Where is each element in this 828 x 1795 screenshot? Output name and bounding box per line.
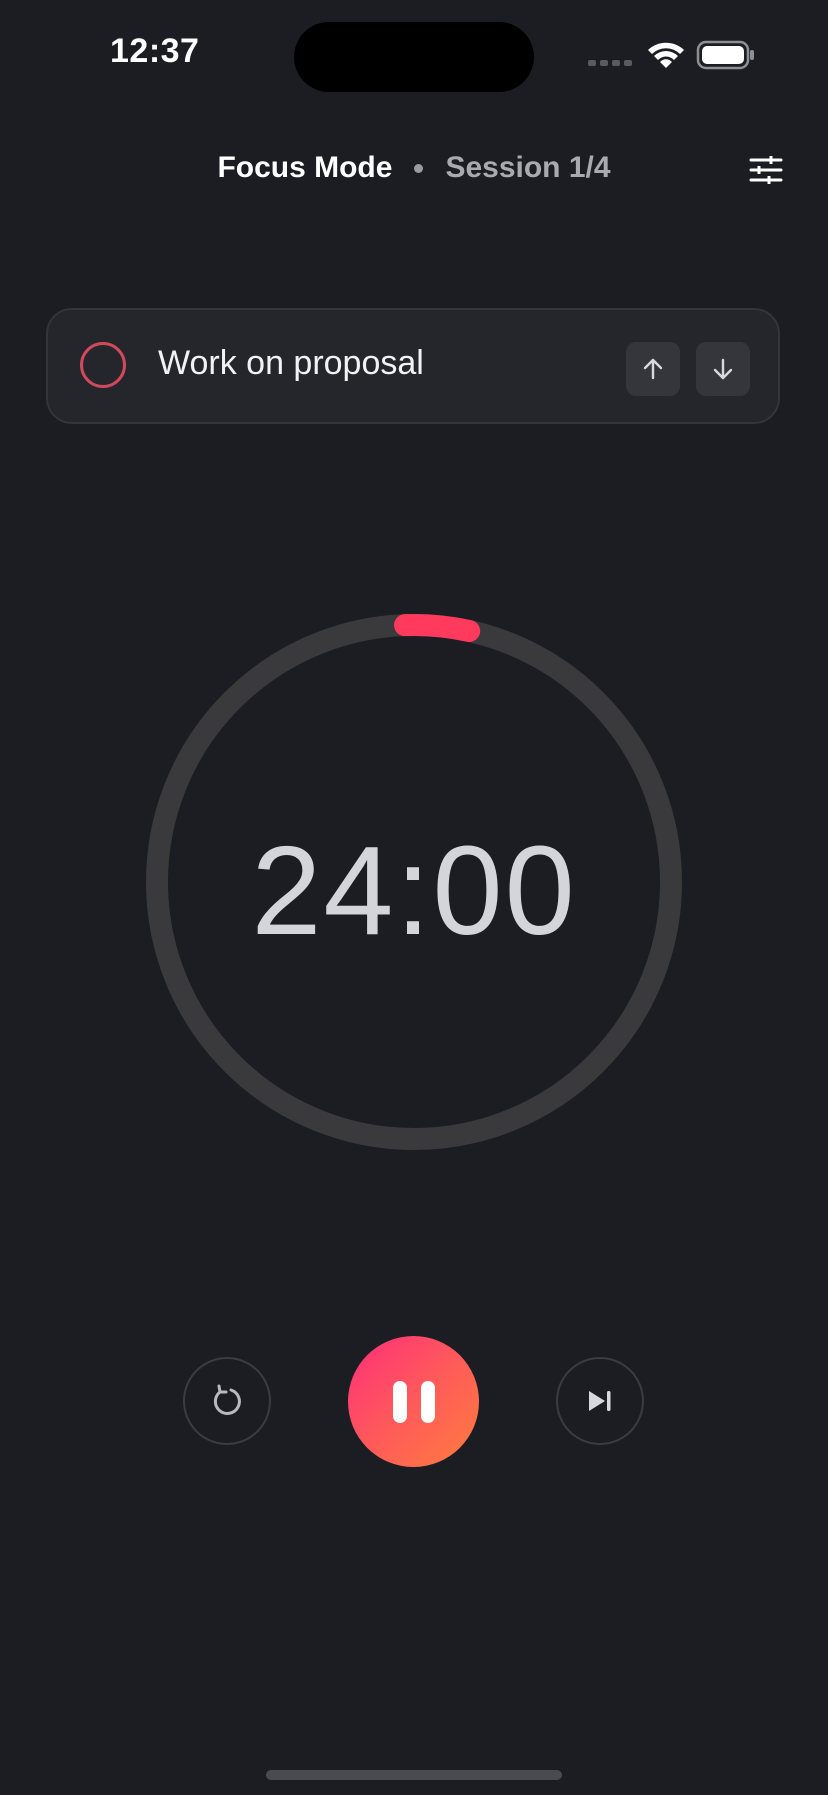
status-time: 12:37 — [110, 32, 200, 70]
pause-icon — [386, 1380, 442, 1423]
sliders-icon — [749, 156, 783, 184]
skip-button[interactable] — [556, 1357, 644, 1445]
wifi-icon — [648, 42, 684, 68]
dot-icon — [414, 163, 424, 173]
home-indicator — [266, 1770, 562, 1780]
skip-icon — [589, 1391, 611, 1411]
header: Focus Mode Session 1/4 — [0, 148, 828, 188]
session-counter: Session 1/4 — [445, 151, 611, 184]
dynamic-island — [294, 22, 534, 92]
move-task-down-button[interactable] — [696, 342, 750, 396]
task-checkbox[interactable] — [80, 342, 126, 388]
move-task-up-button[interactable] — [626, 342, 680, 396]
timer-display: 24:00 — [251, 820, 577, 961]
arrow-down-icon — [713, 358, 733, 380]
cellular-signal-icon — [588, 60, 632, 66]
settings-button[interactable] — [744, 148, 788, 192]
reset-icon — [213, 1384, 241, 1415]
task-card: Work on proposal — [46, 308, 780, 424]
status-icons — [586, 38, 756, 74]
task-label: Work on proposal — [158, 344, 424, 382]
pause-button[interactable] — [348, 1336, 479, 1467]
reset-button[interactable] — [183, 1357, 271, 1445]
battery-icon — [696, 40, 754, 70]
page-title: Focus Mode — [217, 151, 393, 184]
arrow-up-icon — [643, 358, 663, 380]
